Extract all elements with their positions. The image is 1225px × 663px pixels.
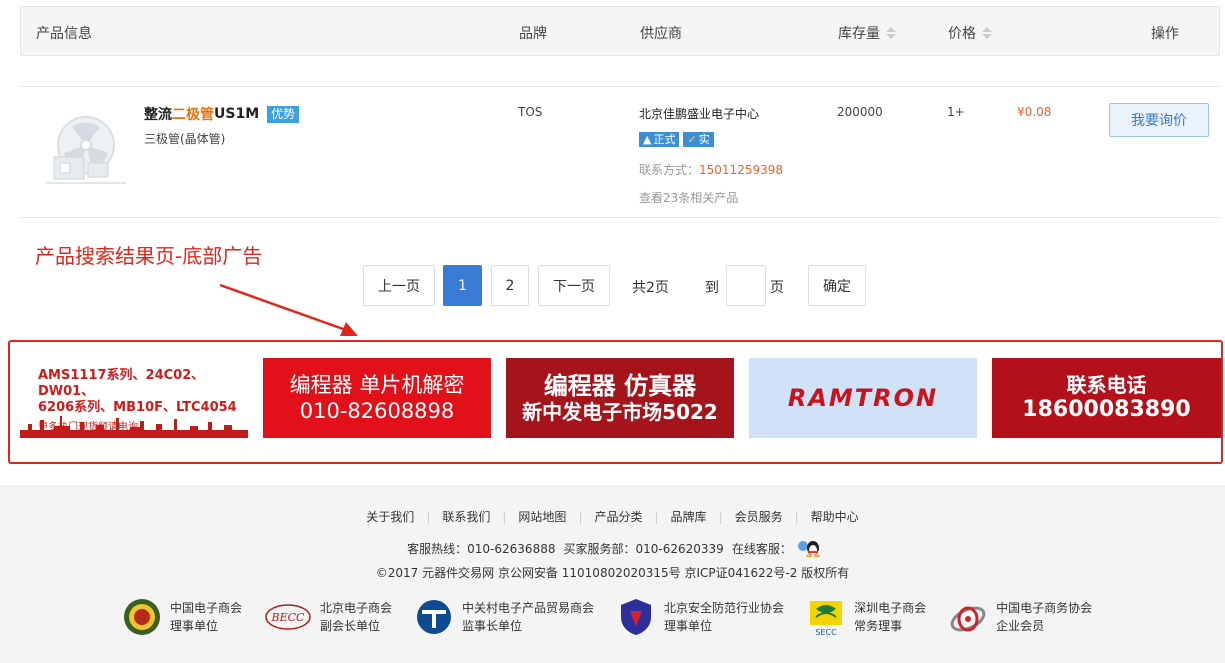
buyer-service: 买家服务部：010-62620339 bbox=[563, 541, 724, 556]
page-1-button[interactable]: 1 bbox=[443, 265, 482, 306]
footer-link-contact[interactable]: 联系我们 bbox=[442, 508, 490, 525]
footer-contact-line: 客服热线：010-62636888 买家服务部：010-62620339 在线客… bbox=[0, 539, 1225, 557]
org-cecc[interactable]: 中国电子商会 理事单位 bbox=[122, 597, 242, 637]
qq-icon[interactable] bbox=[796, 539, 822, 557]
footer-link-membership[interactable]: 会员服务 bbox=[735, 508, 783, 525]
service-hotline: 客服热线：010-62636888 bbox=[407, 541, 556, 556]
product-placeholder-icon[interactable] bbox=[42, 113, 130, 189]
ramtron-logo: RAMTRON bbox=[787, 384, 939, 412]
min-order-quantity: 1+ bbox=[947, 105, 965, 119]
goto-confirm-button[interactable]: 确定 bbox=[808, 265, 866, 306]
ad-programmer-decrypt[interactable]: 编程器 单片机解密 010-82608898 bbox=[263, 358, 491, 438]
org-secc[interactable]: SECC 深圳电子商会 常务理事 bbox=[806, 597, 926, 637]
zgc-logo-icon bbox=[417, 600, 452, 634]
org-ceca[interactable]: 中国电子商务协会 企业会员 bbox=[948, 597, 1092, 637]
inquire-button[interactable]: 我要询价 bbox=[1109, 103, 1209, 137]
bottom-ad-banner: AMS1117系列、24C02、DW01、 6206系列、MB10F、LTC40… bbox=[8, 340, 1223, 464]
org-zgc[interactable]: 中关村电子产品贸易商会 监事长单位 bbox=[414, 597, 594, 637]
footer-link-about[interactable]: 关于我们 bbox=[366, 508, 414, 525]
contact-info: 联系方式：15011259398 bbox=[639, 163, 783, 177]
ad-contact-phone[interactable]: 联系电话 18600083890 bbox=[992, 358, 1221, 438]
col-action: 操作 bbox=[1151, 26, 1179, 42]
footer-link-sitemap[interactable]: 网站地图 bbox=[518, 508, 566, 525]
product-name-link[interactable]: 整流 二极管 US1M 优势 bbox=[144, 104, 300, 124]
page-2-button[interactable]: 2 bbox=[491, 265, 529, 306]
medal-icon: ✓ bbox=[687, 133, 697, 146]
supplier-name-link[interactable]: 北京佳鹏盛业电子中心 bbox=[639, 105, 759, 122]
city-skyline-icon bbox=[20, 416, 248, 438]
site-footer: 关于我们 | 联系我们 | 网站地图 | 产品分类 | 品牌库 | 会员服务 | 帮助中心 … bbox=[0, 486, 1225, 663]
footer-link-help[interactable]: 帮助中心 bbox=[811, 508, 859, 525]
annotation-caption: 产品搜索结果页-底部广告 bbox=[35, 244, 263, 268]
svg-text:SECC: SECC bbox=[815, 628, 837, 637]
ad-ramtron[interactable]: RAMTRON bbox=[749, 358, 977, 438]
unit-price: ¥0.08 bbox=[1017, 105, 1052, 119]
sort-arrows-icon bbox=[982, 27, 992, 39]
advantage-badge: 优势 bbox=[267, 105, 300, 123]
footer-links: 关于我们 | 联系我们 | 网站地图 | 产品分类 | 品牌库 | 会员服务 | 帮助中心 bbox=[366, 508, 859, 525]
related-products-link[interactable]: 查看23条相关产品 bbox=[639, 189, 738, 206]
ad-programmer-emulator[interactable]: 编程器 仿真器 新中发电子市场5022 bbox=[506, 358, 734, 438]
goto-label: 到 bbox=[705, 280, 719, 296]
verified-badge: ✓ 实 bbox=[683, 132, 714, 147]
col-product-info: 产品信息 bbox=[36, 26, 92, 42]
prev-page-button[interactable]: 上一页 bbox=[363, 265, 435, 306]
page-unit-label: 页 bbox=[770, 280, 784, 296]
secc-logo-icon: SECC bbox=[810, 601, 843, 637]
shield-icon bbox=[621, 599, 652, 635]
table-row: 整流 二极管 US1M 优势 三极管(晶体管) TOS 北京佳鹏盛业电子中心 ▲ 正式… bbox=[20, 86, 1220, 218]
product-category: 三极管(晶体管) bbox=[144, 132, 226, 146]
col-brand: 品牌 bbox=[519, 26, 547, 42]
total-pages: 共2页 bbox=[632, 280, 669, 296]
goto-page-input[interactable] bbox=[726, 265, 766, 306]
stock-quantity: 200000 bbox=[837, 105, 883, 119]
org-becc[interactable]: BECC 北京电子商会 副会长单位 bbox=[264, 597, 392, 637]
next-page-button[interactable]: 下一页 bbox=[538, 265, 610, 306]
sort-arrows-icon bbox=[886, 27, 896, 39]
svg-text:BECC: BECC bbox=[271, 611, 306, 624]
partner-orgs: 中国电子商会 理事单位 BECC 北京电子商会 副会长单位 中关村电子产品贸易商会监… bbox=[122, 597, 1114, 637]
ad-ams1117[interactable]: AMS1117系列、24C02、DW01、 6206系列、MB10F、LTC40… bbox=[20, 358, 248, 438]
online-service-label: 在线客服： bbox=[731, 541, 792, 556]
col-price-sort[interactable]: 价格 bbox=[948, 23, 992, 43]
supplier-tags: ▲ 正式 ✓ 实 bbox=[639, 132, 714, 147]
user-icon: ▲ bbox=[643, 133, 652, 146]
org-bsia[interactable]: 北京安全防范行业协会 理事单位 bbox=[616, 597, 784, 637]
copyright: ©2017 元器件交易网 京公网安备 11010802020315号 京ICP证… bbox=[375, 566, 850, 580]
annotation-arrow-icon bbox=[219, 283, 358, 336]
col-supplier: 供应商 bbox=[640, 26, 682, 42]
footer-link-categories[interactable]: 产品分类 bbox=[594, 508, 642, 525]
col-stock-sort[interactable]: 库存量 bbox=[838, 23, 896, 43]
becc-logo-icon: BECC bbox=[265, 604, 311, 630]
results-table-header: 产品信息 品牌 供应商 库存量 价格 操作 bbox=[20, 6, 1220, 56]
cecc-seal-icon bbox=[124, 599, 160, 635]
contact-phone[interactable]: 15011259398 bbox=[699, 163, 783, 177]
product-brand: TOS bbox=[518, 105, 543, 119]
footer-link-brands[interactable]: 品牌库 bbox=[671, 508, 707, 525]
official-member-badge: ▲ 正式 bbox=[639, 132, 680, 147]
ceca-logo-icon bbox=[950, 606, 986, 632]
